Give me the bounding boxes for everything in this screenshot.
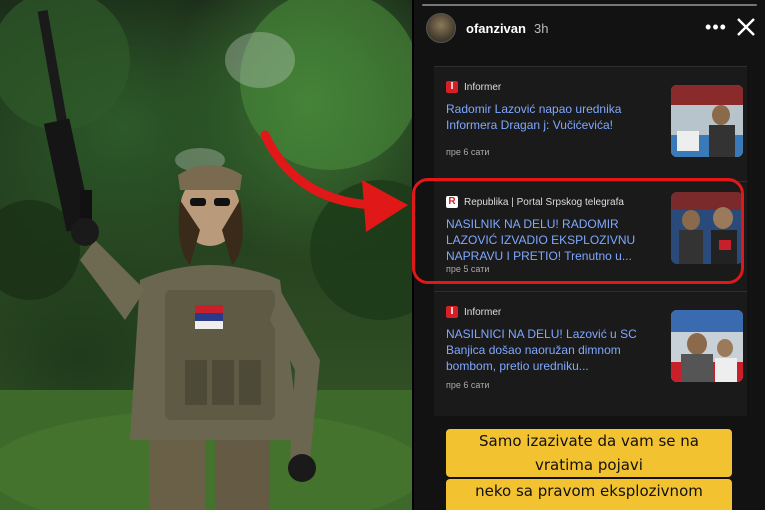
story-progress-bar	[422, 4, 757, 6]
story-caption: Samo izazivate da vam se na vratima poja…	[446, 428, 732, 510]
headline-link[interactable]: Radomir Lazović napao urednika Informera…	[446, 101, 646, 133]
caption-line-2: neko sa pravom eksplozivnom napravom	[446, 479, 732, 510]
source-name: Informer	[464, 81, 502, 93]
photo-illustration	[0, 0, 412, 510]
article-age: пре 6 сати	[446, 380, 490, 390]
news-source: I Informer	[446, 81, 501, 93]
caption-line-1: Samo izazivate da vam se na vratima poja…	[446, 429, 732, 477]
news-card[interactable]: I Informer NASILNICI NA DELU! Lazović u …	[434, 291, 747, 391]
article-thumbnail[interactable]	[671, 85, 743, 157]
source-name: Informer	[464, 306, 502, 318]
informer-logo-icon: I	[446, 81, 458, 93]
soldier-photo	[0, 0, 412, 510]
username[interactable]: ofanzivan	[466, 21, 526, 36]
article-age: пре 6 сати	[446, 147, 490, 157]
article-thumbnail[interactable]	[671, 310, 743, 382]
more-horizontal-icon[interactable]: •••	[704, 17, 728, 37]
news-card[interactable]: I Informer Radomir Lazović napao urednik…	[434, 66, 747, 166]
highlight-ring	[412, 178, 744, 284]
informer-logo-icon: I	[446, 306, 458, 318]
news-source: I Informer	[446, 306, 501, 318]
avatar[interactable]	[426, 13, 456, 43]
post-time: 3h	[533, 20, 549, 36]
headline-link[interactable]: NASILNICI NA DELU! Lazović u SC Banjica …	[446, 326, 646, 374]
story-header: ofanzivan 3h •••	[426, 13, 756, 43]
close-icon[interactable]	[732, 13, 760, 41]
